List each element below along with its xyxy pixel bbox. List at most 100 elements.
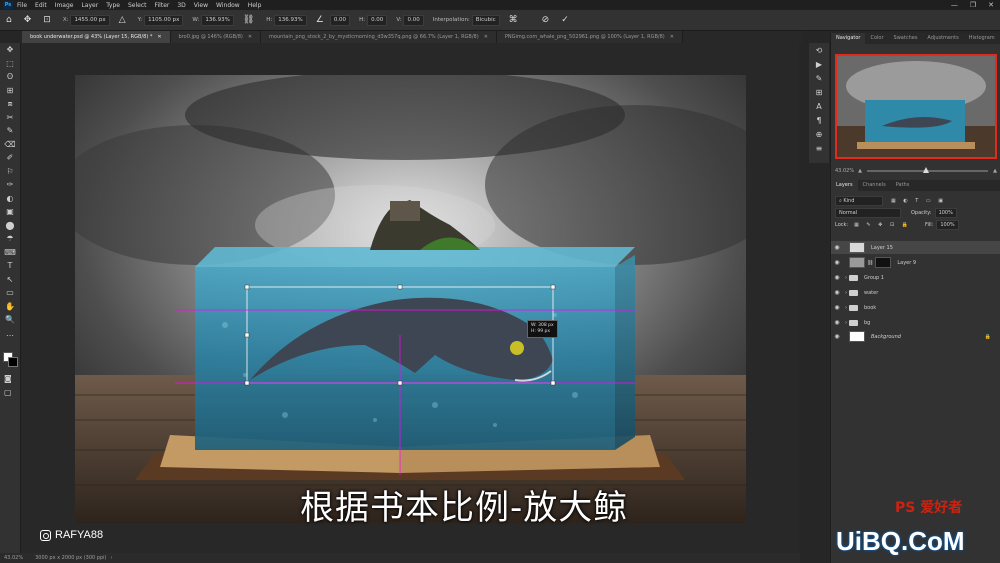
brush-tool-icon[interactable]: ✐ — [0, 151, 20, 165]
stamp-tool-icon[interactable]: ⚐ — [0, 165, 20, 179]
eraser-tool-icon[interactable]: ◐ — [0, 192, 20, 206]
blend-mode-select[interactable]: Normal — [835, 208, 901, 218]
lock-icon[interactable]: 🔒 — [985, 334, 991, 340]
menu-edit[interactable]: Edit — [35, 2, 47, 9]
navigator-zoom-value[interactable]: 43.02% — [835, 168, 854, 174]
tab-swatches[interactable]: Swatches — [889, 33, 923, 44]
hskew-input[interactable]: 0.00 — [367, 14, 388, 26]
fill-input[interactable]: 100% — [936, 220, 959, 230]
layer-mask-thumbnail[interactable] — [875, 257, 892, 268]
paragraph-icon[interactable]: ¶ — [809, 113, 829, 127]
reference-point-icon[interactable]: ⊡ — [43, 15, 51, 25]
layer-name[interactable]: Group 1 — [864, 275, 884, 281]
background-color[interactable] — [8, 357, 18, 367]
cancel-icon[interactable]: ⊘ — [542, 15, 550, 25]
restore-icon[interactable]: ❐ — [970, 1, 976, 9]
lock-icons[interactable]: ▦ ✎ ✥ ⊡ 🔒 — [854, 222, 911, 228]
menu-view[interactable]: View — [194, 2, 208, 9]
layer-row-background[interactable]: ◉ Background 🔒 — [831, 330, 1000, 343]
move-tool-icon[interactable]: ✥ — [24, 15, 32, 25]
play-icon[interactable]: ▶ — [809, 57, 829, 71]
layer-name[interactable]: Layer 9 — [897, 260, 916, 266]
tab-color[interactable]: Color — [865, 33, 888, 44]
document-canvas[interactable] — [75, 75, 746, 523]
chevron-right-icon[interactable]: › — [845, 290, 847, 296]
chevron-right-icon[interactable]: › — [845, 275, 847, 281]
healing-tool-icon[interactable]: ⌫ — [0, 138, 20, 152]
character-icon[interactable]: A — [809, 99, 829, 113]
commit-check-icon[interactable]: ✓ — [561, 15, 569, 25]
brush-settings-icon[interactable]: ✎ — [809, 71, 829, 85]
close-icon[interactable]: ✕ — [157, 34, 161, 40]
eyedropper-tool-icon[interactable]: ✎ — [0, 124, 20, 138]
tab-mountain[interactable]: mountain_png_stock_2_by_mysticmorning_d3… — [261, 31, 497, 43]
opacity-input[interactable]: 100% — [934, 208, 957, 218]
tab-layers[interactable]: Layers — [831, 180, 858, 191]
zoom-out-icon[interactable]: ▲ — [858, 168, 862, 174]
photoshop-app-icon[interactable]: Ps — [3, 1, 13, 9]
menu-file[interactable]: File — [17, 2, 27, 9]
home-icon[interactable]: ⌂ — [6, 15, 12, 25]
gradient-tool-icon[interactable]: ▣ — [0, 205, 20, 219]
menu-type[interactable]: Type — [106, 2, 120, 9]
swatch-grid-icon[interactable]: ⊞ — [809, 85, 829, 99]
quick-mask-icon[interactable]: ◙ — [4, 374, 12, 383]
minimize-icon[interactable]: — — [951, 1, 958, 9]
move-tool-icon[interactable]: ✥ — [0, 43, 20, 57]
menu-select[interactable]: Select — [128, 2, 147, 9]
delta-icon[interactable]: △ — [119, 15, 126, 25]
tab-histogram[interactable]: Histogram — [964, 33, 1000, 44]
tab-book-underwater[interactable]: book underwater.psd @ 43% (Layer 15, RGB… — [22, 31, 171, 43]
layer-row-group-1[interactable]: ◉ › Group 1 — [831, 271, 1000, 284]
layer-name[interactable]: Layer 15 — [871, 245, 893, 251]
layer-name[interactable]: Background — [871, 334, 901, 340]
close-icon[interactable]: ✕ — [484, 34, 488, 40]
tab-navigator[interactable]: Navigator — [831, 33, 866, 44]
layer-row-layer-15[interactable]: ◉ Layer 15 — [831, 241, 1000, 254]
pen-tool-icon[interactable]: ⌨ — [0, 246, 20, 260]
history-brush-tool-icon[interactable]: ✑ — [0, 178, 20, 192]
kind-filter-select[interactable]: ⌕ Kind — [835, 196, 883, 206]
object-select-tool-icon[interactable]: ⊞ — [0, 84, 20, 98]
layer-row-layer-9[interactable]: ◉ ⛓ Layer 9 — [831, 256, 1000, 269]
chevron-right-icon[interactable]: › — [845, 305, 847, 311]
link-icon[interactable]: ⛓ — [243, 15, 254, 25]
tab-paths[interactable]: Paths — [891, 180, 915, 191]
menu-help[interactable]: Help — [248, 2, 262, 9]
crop-tool-icon[interactable]: ⧈ — [0, 97, 20, 111]
y-input[interactable]: 1105.00 px — [144, 14, 184, 26]
warp-icon[interactable]: ⌘ — [509, 15, 518, 25]
eye-icon[interactable]: ◉ — [831, 304, 843, 311]
tab-adjustments[interactable]: Adjustments — [922, 33, 963, 44]
tab-whale[interactable]: PNGimg.com_whale_png_502961.png @ 100% (… — [496, 31, 683, 43]
eye-icon[interactable]: ◉ — [831, 244, 843, 251]
zoom-level[interactable]: 43.02% — [4, 555, 23, 561]
filter-icons[interactable]: ▦ ◐ T ▭ ▣ — [891, 198, 946, 204]
tab-bro0[interactable]: bro0.jpg @ 146% (RGB/8) ✕ — [170, 31, 262, 43]
layer-row-water[interactable]: ◉ › water — [831, 286, 1000, 299]
properties-icon[interactable]: ≡ — [809, 141, 829, 155]
slice-tool-icon[interactable]: ✂ — [0, 111, 20, 125]
more-tools-icon[interactable]: … — [0, 327, 20, 341]
eye-icon[interactable]: ◉ — [831, 289, 843, 296]
layer-row-bg[interactable]: ◉ › bg — [831, 316, 1000, 329]
shape-tool-icon[interactable]: ▭ — [0, 286, 20, 300]
close-icon[interactable]: ✕ — [670, 34, 674, 40]
hand-tool-icon[interactable]: ✋ — [0, 300, 20, 314]
menu-layer[interactable]: Layer — [81, 2, 98, 9]
layer-name[interactable]: book — [864, 305, 876, 311]
dodge-tool-icon[interactable]: ☂ — [0, 232, 20, 246]
menu-window[interactable]: Window — [216, 2, 240, 9]
navigator-preview[interactable] — [835, 54, 997, 159]
eye-icon[interactable]: ◉ — [831, 259, 843, 266]
chevron-right-icon[interactable]: › — [845, 320, 847, 326]
width-input[interactable]: 136.93% — [201, 14, 234, 26]
screen-mode-icon[interactable]: ▢ — [4, 388, 12, 397]
close-icon[interactable]: ✕ — [248, 34, 252, 40]
zoom-tool-icon[interactable]: 🔍 — [0, 313, 20, 327]
document-info[interactable]: 3000 px x 2000 px (300 ppi) — [35, 555, 106, 561]
chevron-right-icon[interactable]: › — [110, 555, 112, 561]
menu-3d[interactable]: 3D — [177, 2, 185, 9]
zoom-slider[interactable] — [866, 167, 989, 173]
tab-channels[interactable]: Channels — [858, 180, 891, 191]
